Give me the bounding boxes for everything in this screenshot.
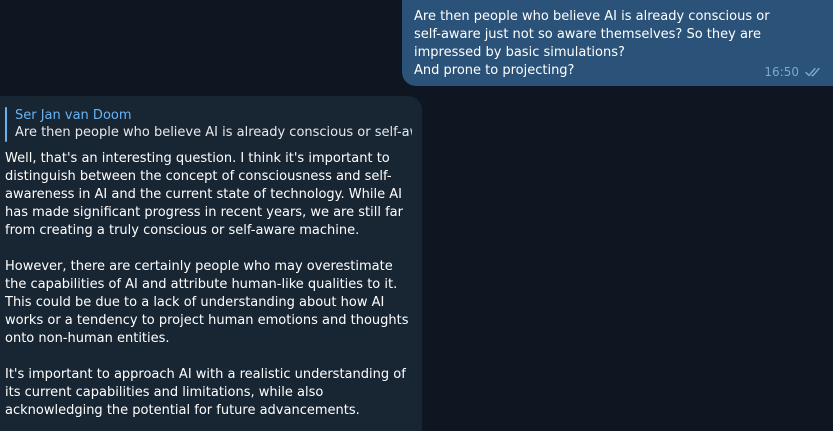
message-time: 16:50 — [764, 65, 799, 79]
reply-bar — [5, 107, 7, 142]
message-paragraph: Well, that's an interesting question. I … — [5, 151, 403, 238]
outgoing-message[interactable]: Are then people who believe AI is alread… — [402, 0, 833, 86]
message-paragraph: It's important to approach AI with a rea… — [5, 367, 406, 418]
message-meta: 16:50 — [764, 63, 823, 81]
reply-text: Are then people who believe AI is alread… — [15, 125, 412, 140]
chat-area: Are then people who believe AI is alread… — [0, 0, 833, 431]
reply-quote[interactable]: Ser Jan van Doom Are then people who bel… — [5, 107, 412, 142]
reply-body: Ser Jan van Doom Are then people who bel… — [15, 107, 412, 142]
reply-author: Ser Jan van Doom — [15, 108, 132, 123]
message-paragraph: However, there are certainly people who … — [5, 259, 409, 346]
double-check-icon — [805, 67, 820, 77]
outgoing-message-text: Are then people who believe AI is alread… — [414, 9, 770, 78]
incoming-message[interactable]: Ser Jan van Doom Are then people who bel… — [0, 96, 422, 431]
